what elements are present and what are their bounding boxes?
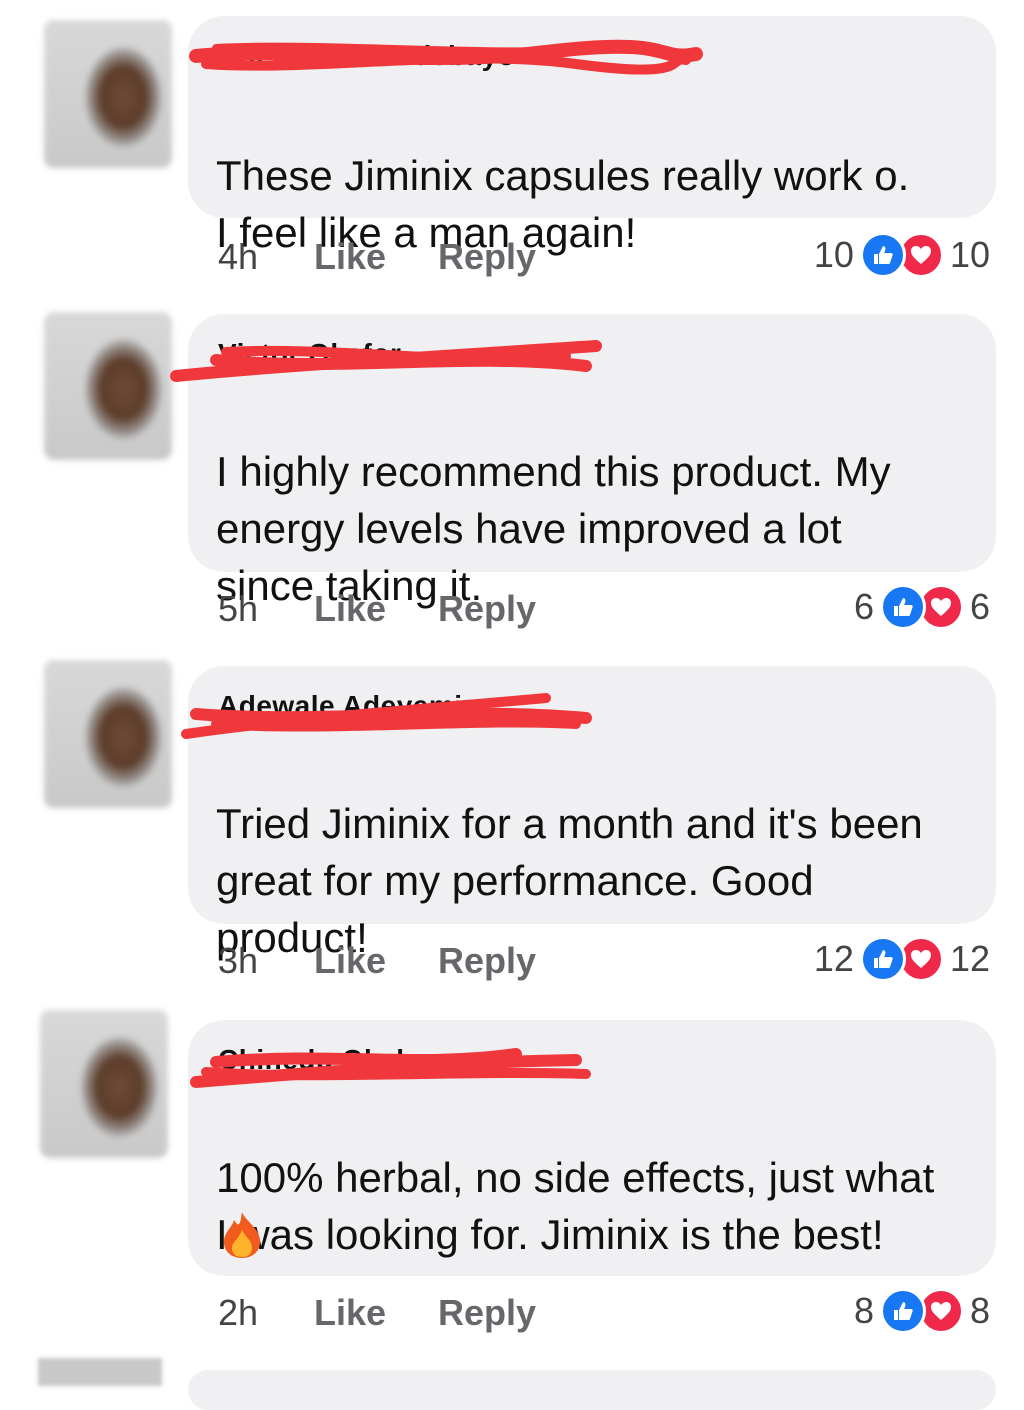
like-button[interactable]: Like [314,588,438,630]
reaction-summary[interactable]: 12 12 [814,936,990,982]
redaction-scribble [189,39,703,75]
comment-text-content: I highly recommend this product. My ener… [216,448,891,609]
avatar[interactable] [40,1010,168,1158]
commenter-name[interactable]: Chinedu Okeke [190,1042,591,1088]
avatar[interactable] [44,660,172,808]
comment-text: Tried Jiminix for a month and it's been … [216,738,1006,966]
like-button[interactable]: Like [314,1292,438,1334]
reply-button[interactable]: Reply [438,588,536,629]
comment-timestamp: 2h [218,1292,259,1333]
like-reaction-icon [879,1288,926,1334]
comment-actions: 3h Like Reply [218,940,536,982]
like-reaction-icon [859,936,906,982]
comment-timestamp: 3h [218,940,259,981]
comment-bubble: Adetokunbo Adebayo These Jiminix capsule… [188,16,996,363]
redaction-scribble [181,693,592,739]
comment-text: 100% herbal, no side effects, just what … [216,1092,1006,1263]
like-button[interactable]: Like [314,236,438,278]
comment-actions: 2h Like Reply [218,1292,536,1334]
reaction-summary[interactable]: 8 8 [854,1288,990,1334]
like-reaction-icon [859,232,906,278]
next-comment-avatar[interactable] [38,1358,162,1386]
reaction-summary[interactable]: 6 6 [854,584,990,630]
like-count: 6 [853,586,874,627]
love-count: 8 [969,1290,990,1331]
like-reaction-icon [879,584,926,630]
like-button[interactable]: Like [314,940,438,982]
redaction-scribble [170,340,602,382]
fire-icon [220,1210,264,1265]
redaction-scribble [190,1048,591,1088]
reply-button[interactable]: Reply [438,1292,536,1333]
reaction-summary[interactable]: 10 10 [814,232,990,278]
comment-actions: 5h Like Reply [218,588,536,630]
comment-text-content: 100% herbal, no side effects, just what … [216,1154,935,1258]
love-count: 6 [969,586,990,627]
comment-bubble: Adewale Adeyemi Tried Jiminix for a mont… [181,666,996,961]
commenter-name[interactable]: Adetokunbo Adebayo [189,38,703,75]
love-count: 12 [949,938,990,979]
comment-timestamp: 4h [218,236,259,277]
like-count: 8 [853,1290,874,1331]
like-count: 10 [813,234,854,275]
reply-button[interactable]: Reply [438,236,536,277]
avatar[interactable] [44,20,172,168]
commenter-name[interactable]: Victor Okafor [170,336,602,382]
comment-timestamp: 5h [218,588,259,629]
like-count: 12 [813,938,854,979]
comment-bubble: Chinedu Okeke 100% herbal, no side effec… [188,1020,996,1276]
comment-bubble: Victor Okafor I highly recommend this pr… [170,314,996,609]
next-comment-bubble [188,1370,996,1410]
love-count: 10 [949,234,990,275]
comment-actions: 4h Like Reply [218,236,536,278]
reply-button[interactable]: Reply [438,940,536,981]
avatar[interactable] [44,312,172,460]
comment-text: I highly recommend this product. My ener… [216,386,1006,614]
commenter-name[interactable]: Adewale Adeyemi [181,688,592,739]
